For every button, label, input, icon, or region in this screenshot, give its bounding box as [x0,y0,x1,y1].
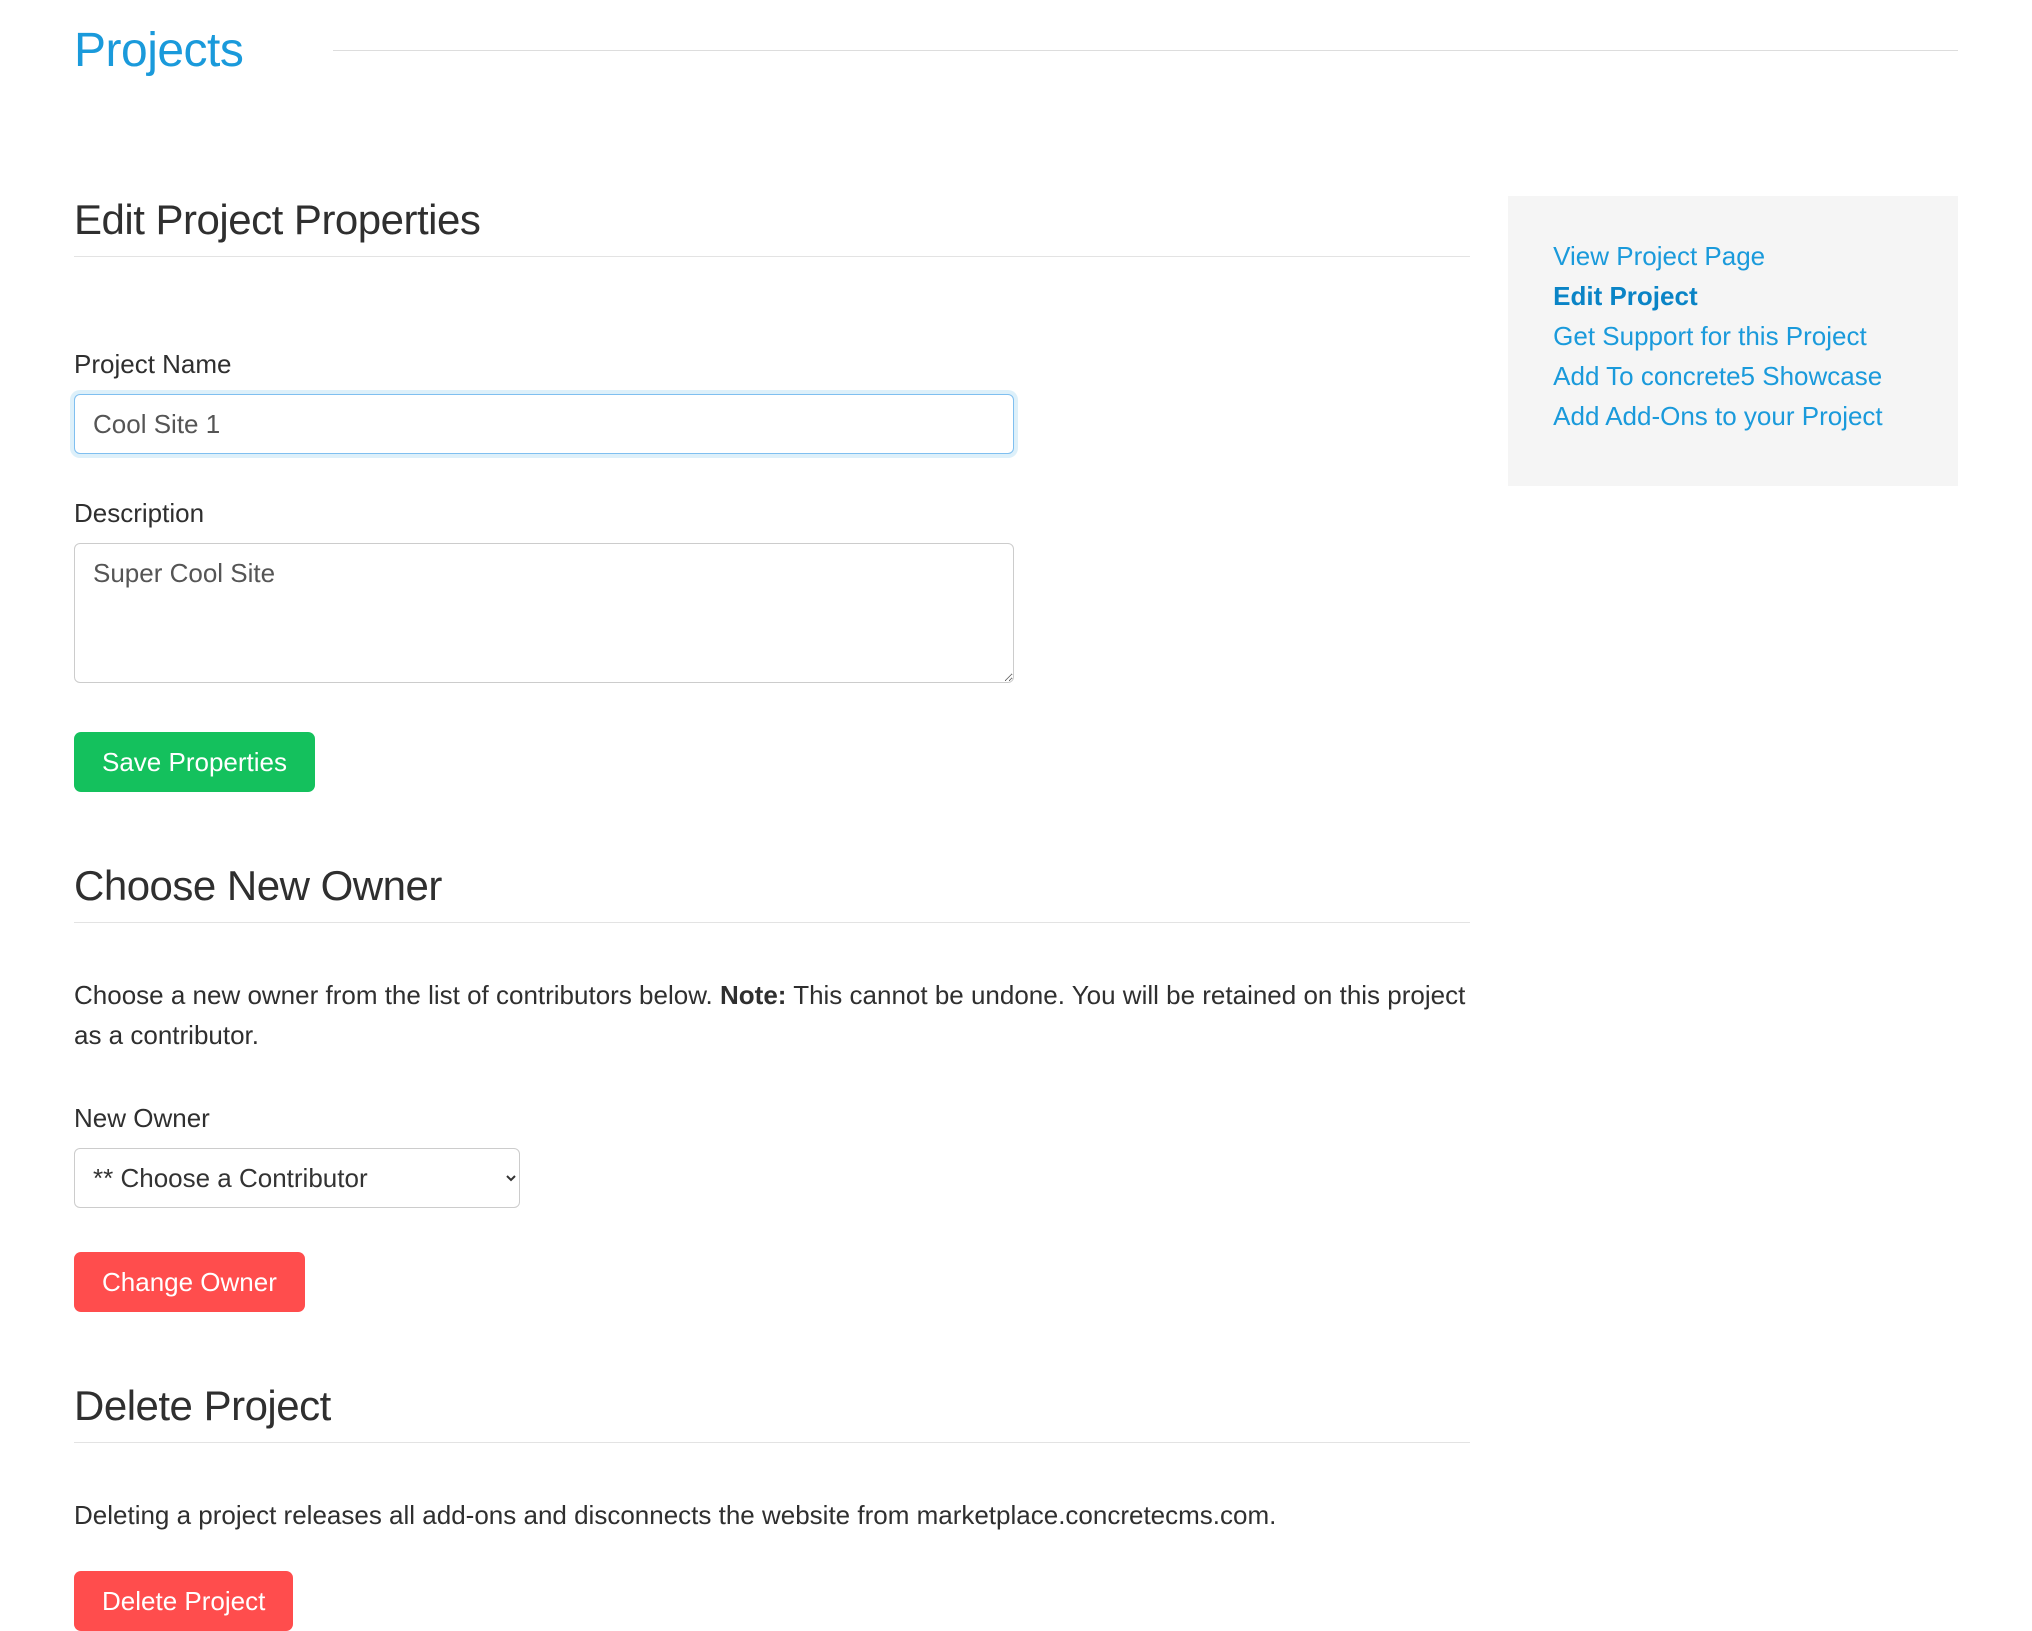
header-rule [333,50,1958,51]
description-label: Description [74,498,1014,529]
project-name-input[interactable] [74,394,1014,454]
edit-properties-heading: Edit Project Properties [74,196,1470,244]
section-rule [74,922,1470,923]
sidebar: View Project Page Edit Project Get Suppo… [1508,196,1958,486]
sidebar-link-view-project[interactable]: View Project Page [1553,236,1913,276]
page-header: Projects [74,0,1958,100]
delete-project-heading: Delete Project [74,1382,1470,1430]
delete-project-button[interactable]: Delete Project [74,1571,293,1631]
sidebar-link-add-showcase[interactable]: Add To concrete5 Showcase [1553,356,1913,396]
main-column: Edit Project Properties Project Name Des… [74,196,1470,1631]
owner-intro-pre: Choose a new owner from the list of cont… [74,980,720,1010]
new-owner-select[interactable]: ** Choose a Contributor [74,1148,520,1208]
delete-project-text: Deleting a project releases all add-ons … [74,1495,1470,1535]
choose-owner-heading: Choose New Owner [74,862,1470,910]
sidebar-link-add-addons[interactable]: Add Add-Ons to your Project [1553,396,1913,436]
sidebar-link-edit-project[interactable]: Edit Project [1553,276,1913,316]
page-title: Projects [74,23,243,78]
save-properties-button[interactable]: Save Properties [74,732,315,792]
new-owner-label: New Owner [74,1103,1470,1134]
project-name-label: Project Name [74,349,1014,380]
sidebar-link-get-support[interactable]: Get Support for this Project [1553,316,1913,356]
change-owner-button[interactable]: Change Owner [74,1252,305,1312]
owner-note-label: Note: [720,980,786,1010]
description-textarea[interactable]: Super Cool Site [74,543,1014,683]
section-rule [74,256,1470,257]
section-rule [74,1442,1470,1443]
choose-owner-text: Choose a new owner from the list of cont… [74,975,1470,1055]
